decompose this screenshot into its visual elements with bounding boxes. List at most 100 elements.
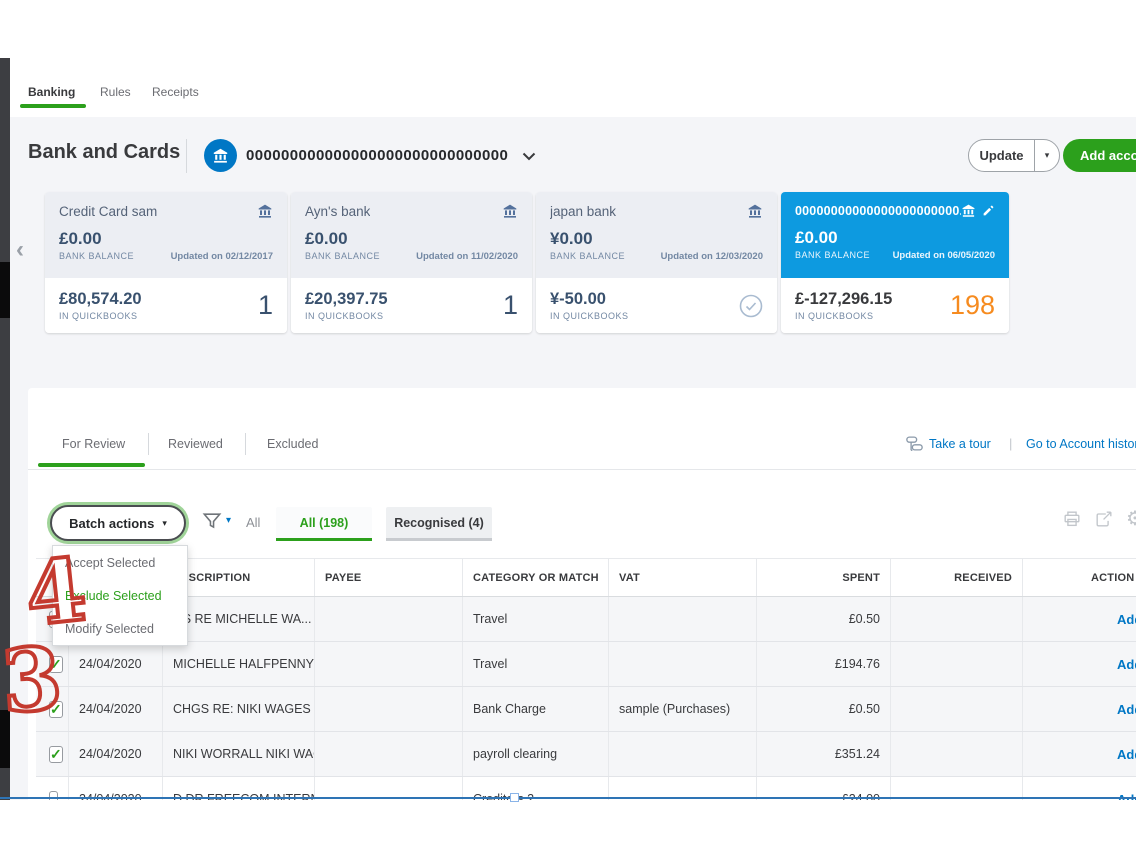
account-card-japan-bank[interactable]: japan bank ¥0.00 BANK BALANCE Updated on… <box>536 192 777 333</box>
cell-payee <box>314 642 462 686</box>
edit-pencil-icon[interactable] <box>982 204 995 217</box>
bank-balance-label: BANK BALANCE <box>795 250 871 260</box>
column-header-spent[interactable]: SPENT <box>756 559 890 596</box>
cell-category: Bank Charge <box>462 687 608 731</box>
update-dropdown-caret[interactable]: ▾ <box>1035 150 1059 161</box>
filter-all-label: All <box>246 515 261 530</box>
quickbooks-label: IN QUICKBOOKS <box>795 311 874 321</box>
transaction-count: 1 <box>502 290 518 320</box>
account-card-selected[interactable]: 00000000000000000000000... £0.00 BANK BA… <box>781 192 1009 333</box>
cell-description: NIKI WORRALL NIKI WAG... <box>162 732 314 776</box>
row-checkbox[interactable]: ✓ <box>36 732 68 776</box>
go-to-account-history-link[interactable]: Go to Account history <box>1026 437 1136 451</box>
quickbooks-amount: £80,574.20 <box>59 290 142 308</box>
cell-category: Travel <box>462 642 608 686</box>
add-action-link[interactable]: Add <box>1022 642 1136 686</box>
tab-divider <box>245 433 246 455</box>
updated-date: Updated on 02/12/2017 <box>170 251 273 262</box>
quickbooks-label: IN QUICKBOOKS <box>59 311 138 321</box>
column-header-received[interactable]: RECEIVED <box>890 559 1022 596</box>
bank-balance-amount: £0.00 <box>795 228 838 247</box>
column-header-category[interactable]: CATEGORY OR MATCH <box>462 559 608 596</box>
add-action-link[interactable]: Add <box>1022 687 1136 731</box>
take-a-tour-link[interactable]: Take a tour <box>905 435 991 452</box>
export-icon[interactable] <box>1094 509 1114 529</box>
bank-balance-label: BANK BALANCE <box>305 251 381 261</box>
bank-icon <box>961 203 976 218</box>
add-action-link[interactable]: Add <box>1022 597 1136 641</box>
print-icon[interactable] <box>1062 509 1082 529</box>
updated-date: Updated on 11/02/2020 <box>416 251 518 262</box>
cell-received <box>890 687 1022 731</box>
cell-vat <box>608 597 756 641</box>
bank-balance-label: BANK BALANCE <box>59 251 135 261</box>
cell-vat <box>608 732 756 776</box>
chevron-down-icon[interactable] <box>522 152 536 161</box>
cell-spent: £194.76 <box>756 642 890 686</box>
tab-reviewed[interactable]: Reviewed <box>168 437 223 451</box>
cell-category: Travel <box>462 597 608 641</box>
cell-received <box>890 597 1022 641</box>
column-header-vat[interactable]: VAT <box>608 559 756 596</box>
filter-funnel-icon[interactable] <box>202 511 222 531</box>
add-account-button[interactable]: Add account <box>1063 139 1136 172</box>
account-selector[interactable]: 000000000000000000000000000000 <box>246 147 508 164</box>
filter-caret-icon[interactable]: ▾ <box>226 515 231 526</box>
updated-date: Updated on 12/03/2020 <box>660 251 763 262</box>
quickbooks-amount: £20,397.75 <box>305 290 388 308</box>
tab-rules[interactable]: Rules <box>100 85 131 99</box>
quickbooks-label: IN QUICKBOOKS <box>305 311 384 321</box>
cell-date: 24/04/2020 <box>68 642 162 686</box>
tab-receipts[interactable]: Receipts <box>152 85 199 99</box>
transaction-count: 198 <box>949 290 995 320</box>
bank-balance-amount: ¥0.00 <box>550 229 593 248</box>
tab-for-review[interactable]: For Review <box>62 437 125 451</box>
tab-excluded[interactable]: Excluded <box>267 437 318 451</box>
account-card-ayns-bank[interactable]: Ayn's bank £0.00 BANK BALANCE Updated on… <box>291 192 532 333</box>
cell-date: 24/04/2020 <box>68 732 162 776</box>
table-row: GS RE MICHELLE WA... Travel £0.50 Add <box>36 597 1136 642</box>
account-card-credit-card-sam[interactable]: Credit Card sam £0.00 BANK BALANCE Updat… <box>45 192 287 333</box>
tabs-bottom-border <box>28 469 1136 470</box>
checkbox-tick: ✓ <box>50 746 62 762</box>
gear-icon[interactable]: ⚙ <box>1126 509 1136 529</box>
bank-balance-amount: £0.00 <box>305 229 348 248</box>
table-header-row: DATE DESCRIPTION PAYEE CATEGORY OR MATCH… <box>36 558 1136 597</box>
cell-spent: £0.50 <box>756 687 890 731</box>
annotation-step-4: 4 <box>19 537 93 648</box>
selection-handle <box>510 793 519 802</box>
carousel-left-chevron[interactable]: ‹ <box>16 238 24 262</box>
cell-vat: sample (Purchases) <box>608 687 756 731</box>
collapsed-sidebar-segment <box>0 262 10 318</box>
cell-received <box>890 732 1022 776</box>
bank-icon <box>747 203 763 219</box>
filter-tab-all[interactable]: All (198) <box>276 507 372 541</box>
updated-date: Updated on 06/05/2020 <box>892 250 995 261</box>
take-a-tour-icon <box>905 435 924 452</box>
links-divider: | <box>1009 436 1013 451</box>
slide-border-line <box>0 797 1136 799</box>
page-title: Bank and Cards <box>28 141 181 163</box>
active-tab-underline <box>38 463 145 467</box>
column-header-payee[interactable]: PAYEE <box>314 559 462 596</box>
active-tab-underline <box>20 104 86 108</box>
cell-received <box>890 642 1022 686</box>
bank-icon <box>502 203 518 219</box>
check-circle-icon <box>739 294 763 318</box>
card-name: 00000000000000000000000... <box>795 203 961 218</box>
card-name: Credit Card sam <box>59 203 158 219</box>
update-button[interactable]: Update ▾ <box>968 139 1060 172</box>
transaction-count: 1 <box>257 290 273 320</box>
batch-actions-button[interactable]: Batch actions ▾ <box>50 505 186 541</box>
annotation-step-3: 3 <box>0 626 67 735</box>
cell-description: MICHELLE HALFPENNY ... <box>162 642 314 686</box>
cell-payee <box>314 687 462 731</box>
filter-tab-recognised[interactable]: Recognised (4) <box>386 507 492 541</box>
add-action-link[interactable]: Add <box>1022 732 1136 776</box>
quickbooks-label: IN QUICKBOOKS <box>550 311 629 321</box>
card-name: japan bank <box>550 203 617 219</box>
bank-balance-amount: £0.00 <box>59 229 102 248</box>
tab-banking[interactable]: Banking <box>28 85 75 99</box>
top-nav-bar: Banking Rules Receipts <box>10 58 1136 117</box>
cell-vat <box>608 642 756 686</box>
